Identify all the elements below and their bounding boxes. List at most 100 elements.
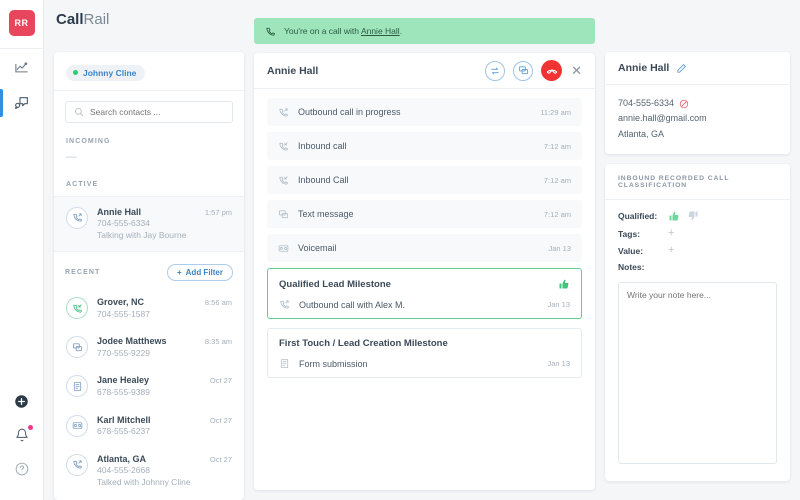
- contact-status: Talking with Jay Bourne: [97, 229, 187, 240]
- active-section: Annie Hall 704-555-6334 Talking with Jay…: [54, 188, 244, 253]
- timeline-row[interactable]: Inbound call 7:12 am: [267, 132, 582, 160]
- qualified-label: Qualified:: [618, 211, 658, 222]
- incoming-empty-state: —: [66, 150, 78, 163]
- classification-card: INBOUND RECORDED CALL CLASSIFICATION Qua…: [605, 164, 790, 482]
- contact-phone: 404-555-2668: [97, 464, 150, 475]
- pencil-icon[interactable]: [676, 63, 687, 74]
- add-value-button[interactable]: +: [668, 245, 674, 256]
- rail-item-analytics[interactable]: [0, 49, 44, 85]
- contact-detail-column: Annie Hall 704-555-6334 annie.hall@gmail…: [605, 52, 790, 500]
- timeline-row[interactable]: Outbound call in progress 11:29 am: [267, 98, 582, 126]
- timeline-time: 7:12 am: [543, 209, 571, 219]
- contact-phone-line: 704-555-6334: [618, 96, 777, 111]
- tags-label: Tags:: [618, 228, 641, 239]
- tags-row: Tags: +: [618, 228, 777, 239]
- thumbs-down-icon[interactable]: [687, 210, 699, 222]
- close-icon[interactable]: ✕: [570, 64, 582, 77]
- hangup-button[interactable]: [541, 60, 563, 81]
- list-item[interactable]: Atlanta, GA 404-555-2668 Talked with Johnn…: [54, 446, 244, 497]
- conversation-header: Annie Hall ✕: [254, 53, 595, 89]
- banner-contact-link[interactable]: Annie Hall: [361, 26, 400, 36]
- app-root: RR CallRail Johnny Cline Search contacts…: [0, 0, 800, 500]
- contact-phone: 678-555-9389: [97, 386, 150, 397]
- rail-item-notifications[interactable]: [0, 418, 44, 452]
- agent-status-pill[interactable]: Johnny Cline: [66, 64, 146, 81]
- thumbs-up-icon[interactable]: [668, 210, 680, 222]
- list-item[interactable]: Karl Mitchell 678-555-6237 Oct 27: [54, 407, 244, 446]
- voicemail-icon: [278, 243, 289, 254]
- account-avatar[interactable]: RR: [8, 10, 35, 36]
- chart-icon: [14, 60, 29, 75]
- contact-card-name: Annie Hall: [618, 62, 670, 74]
- timeline-label: Text message: [298, 209, 354, 219]
- timeline-label: Voicemail: [298, 243, 337, 253]
- milestone-list: Qualified Lead Milestone Outbound call wi…: [267, 268, 582, 378]
- message-button[interactable]: [513, 60, 534, 81]
- online-dot-icon: [73, 70, 78, 75]
- agent-name: Johnny Cline: [83, 67, 137, 78]
- form-icon: [66, 375, 88, 398]
- inbound-call-icon: [66, 297, 88, 320]
- phone-icon: [265, 26, 276, 37]
- list-item[interactable]: Grover, NC 704-555-1587 8:56 am: [54, 289, 244, 328]
- search-box[interactable]: [65, 100, 233, 123]
- transfer-call-button[interactable]: [485, 60, 506, 81]
- contact-card: Annie Hall 704-555-6334 annie.hall@gmail…: [605, 52, 790, 155]
- plus-circle-icon: [14, 394, 29, 409]
- contact-name: Annie Hall: [97, 206, 142, 217]
- rail-item-conversations[interactable]: [0, 85, 44, 121]
- active-call-row[interactable]: Annie Hall 704-555-6334 Talking with Jay…: [54, 195, 244, 253]
- brand-name-bold: Call: [56, 11, 84, 28]
- block-icon[interactable]: [679, 99, 689, 109]
- recent-section-label: RECENT: [65, 269, 101, 277]
- timeline-time: 11:29 am: [540, 107, 571, 117]
- list-item-body: Karl Mitchell 678-555-6237: [97, 414, 201, 438]
- timeline-label: Inbound call: [298, 141, 347, 151]
- list-item-body: Jane Healey 678-555-9389: [97, 374, 201, 398]
- rail-bottom-group: [0, 384, 44, 500]
- contact-location: Atlanta, GA: [618, 128, 665, 139]
- conversations-icon: [14, 95, 30, 111]
- inbound-call-icon: [278, 175, 289, 186]
- timeline-label: Inbound Call: [298, 175, 349, 185]
- list-item[interactable]: Jodee Matthews 770-555-9229 8:35 am: [54, 328, 244, 367]
- contact-time: Oct 27: [209, 415, 232, 425]
- milestone-card[interactable]: First Touch / Lead Creation Milestone For…: [267, 328, 582, 378]
- rail-item-add[interactable]: [0, 384, 44, 418]
- conversation-actions: ✕: [485, 60, 582, 81]
- contact-time: Oct 27: [209, 376, 232, 386]
- note-input[interactable]: [618, 282, 777, 465]
- recent-header: RECENT + Add Filter: [54, 252, 244, 289]
- call-timeline: Outbound call in progress 11:29 am Inbound…: [254, 89, 595, 387]
- milestone-entry-time: Jan 13: [547, 300, 570, 309]
- contact-name: Jane Healey: [97, 375, 150, 386]
- center-column: You're on a call with Annie Hall. Annie …: [244, 0, 605, 500]
- contacts-panel: Johnny Cline INCOMING — ACTIVE: [54, 52, 244, 500]
- list-item[interactable]: Jane Healey 678-555-9389 Oct 27: [54, 367, 244, 406]
- milestone-entry: Outbound call with Alex M. Jan 13: [279, 299, 570, 310]
- outbound-call-icon: [66, 206, 88, 229]
- milestone-card[interactable]: Qualified Lead Milestone Outbound call wi…: [267, 268, 582, 319]
- text-message-icon: [278, 209, 289, 220]
- banner-suffix: .: [399, 26, 403, 36]
- add-tag-button[interactable]: +: [668, 228, 674, 239]
- outbound-call-icon: [278, 107, 289, 118]
- notification-badge: [27, 425, 33, 430]
- list-item-body: Grover, NC 704-555-1587: [97, 296, 196, 320]
- search-input[interactable]: [90, 106, 224, 117]
- contact-card-details: 704-555-6334 annie.hall@gmail.com Atlant…: [605, 85, 790, 154]
- timeline-row[interactable]: Inbound Call 7:12 am: [267, 166, 582, 194]
- recent-contacts-list[interactable]: Grover, NC 704-555-1587 8:56 am Jodee Matth…: [54, 289, 244, 500]
- banner-prefix: You're on a call with: [284, 26, 360, 36]
- list-item[interactable]: Dallas, TXOct 27: [54, 496, 244, 500]
- contact-name: Grover, NC: [97, 297, 145, 308]
- thumbs-up-icon[interactable]: [558, 278, 570, 290]
- plus-icon: +: [176, 268, 182, 278]
- qualified-row: Qualified:: [618, 210, 777, 222]
- timeline-row[interactable]: Text message 7:12 am: [267, 200, 582, 228]
- inbound-call-icon: [278, 141, 289, 152]
- rail-item-help[interactable]: [0, 452, 44, 486]
- add-filter-button[interactable]: + Add Filter: [166, 264, 233, 282]
- timeline-row[interactable]: Voicemail Jan 13: [267, 234, 582, 262]
- contact-phone: 678-555-6237: [97, 425, 150, 436]
